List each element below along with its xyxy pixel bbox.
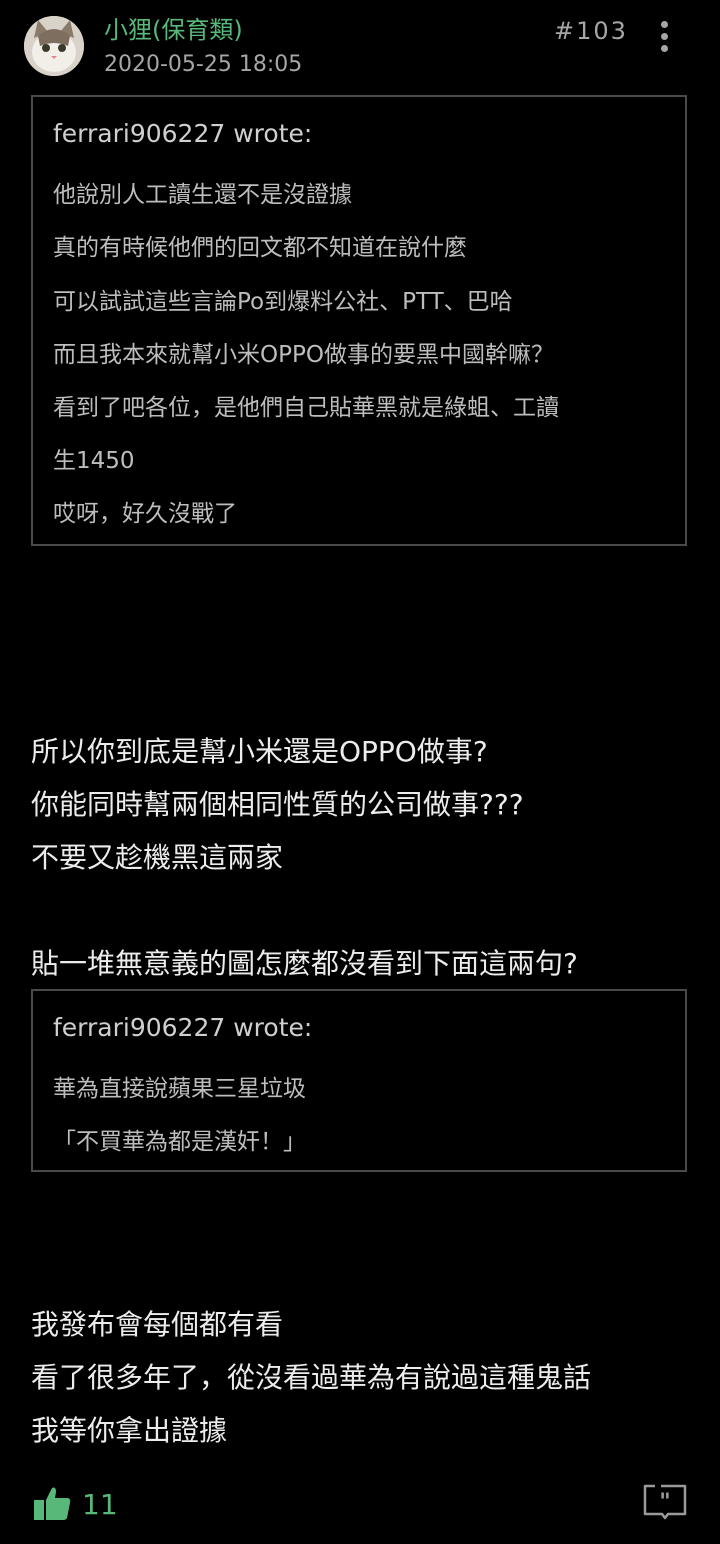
quote-line: 可以試試這些言論Po到爆料公社、PTT、巴哈: [53, 289, 513, 315]
post-text-line: 貼一堆無意義的圖怎麼都沒看到下面這兩句?: [31, 947, 578, 980]
like-count: 11: [82, 1487, 118, 1521]
quote-line: 生1450: [53, 448, 135, 474]
quote-reply-icon[interactable]: ": [642, 1480, 688, 1520]
username[interactable]: 小狸(保育類): [104, 10, 243, 45]
post-text-line: 看了很多年了，從沒看過華為有說過這種鬼話: [31, 1361, 592, 1394]
quote-line: 「不買華為都是漢奸！」: [53, 1129, 306, 1155]
quote-line: 看到了吧各位，是他們自己貼華黑就是綠蛆、工讀: [53, 395, 559, 421]
post-text-line: 不要又趁機黑這兩家: [31, 841, 284, 874]
quote-author: ferrari906227 wrote:: [53, 119, 313, 148]
svg-text:": ": [659, 1490, 670, 1515]
post-text-line: 你能同時幫兩個相同性質的公司做事???: [31, 788, 524, 821]
quote-line: 他說別人工讀生還不是沒證據: [53, 182, 352, 208]
quote-block: ferrari906227 wrote: 他說別人工讀生還不是沒證據 真的有時候…: [31, 95, 687, 546]
post-text-line: 所以你到底是幫小米還是OPPO做事?: [31, 735, 488, 768]
cat-avatar-image: [24, 16, 84, 76]
quote-line: 真的有時候他們的回文都不知道在說什麼: [53, 235, 467, 261]
quote-line: 哎呀，好久沒戰了: [53, 501, 237, 527]
quote-author: ferrari906227 wrote:: [53, 1013, 313, 1042]
like-button[interactable]: 11: [34, 1486, 118, 1522]
thumbs-up-icon: [34, 1487, 71, 1520]
floor-number: #103: [554, 17, 628, 45]
more-vertical-icon[interactable]: [650, 16, 678, 56]
quote-line: 華為直接說蘋果三星垃圾: [53, 1076, 306, 1102]
quote-block: ferrari906227 wrote: 華為直接說蘋果三星垃圾 「不買華為都是…: [31, 989, 687, 1172]
post-text-line: 我等你拿出證據: [31, 1414, 228, 1447]
avatar[interactable]: [24, 16, 84, 76]
quote-line: 而且我本來就幫小米OPPO做事的要黑中國幹嘛？: [53, 342, 554, 368]
post-text-line: 我發布會每個都有看: [31, 1308, 284, 1341]
post-timestamp: 2020-05-25 18:05: [104, 52, 303, 77]
